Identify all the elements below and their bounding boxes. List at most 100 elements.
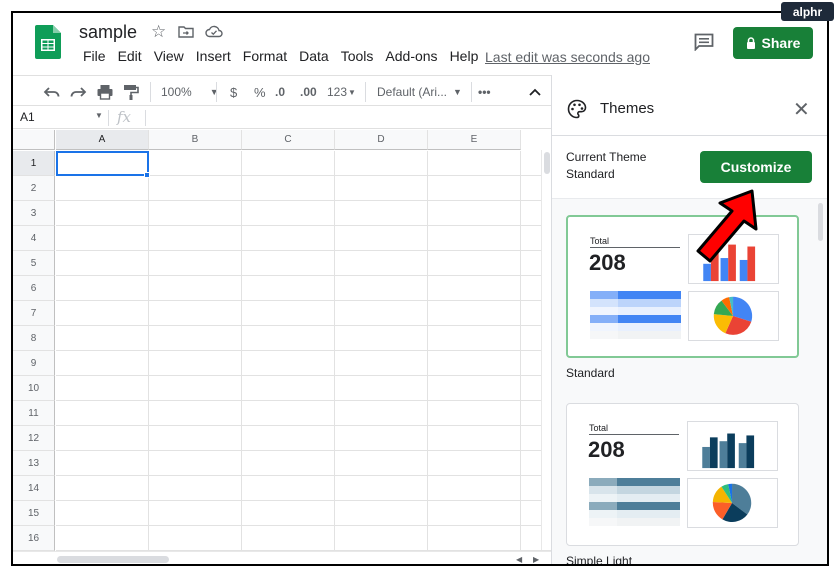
column-header[interactable]: B xyxy=(149,130,242,150)
theme-card-simple-light[interactable]: Total 208 xyxy=(566,403,799,546)
row-header[interactable]: 16 xyxy=(13,526,55,551)
chevron-down-icon: ▼ xyxy=(453,87,462,97)
table-preview xyxy=(590,291,681,339)
row-header[interactable]: 6 xyxy=(13,276,55,301)
divider xyxy=(590,247,680,248)
menu-add-ons[interactable]: Add-ons xyxy=(379,48,443,64)
toolbar-separator xyxy=(150,82,151,102)
total-label: Total xyxy=(589,423,609,433)
theme-card-standard[interactable]: Total 208 xyxy=(566,215,799,358)
column-header[interactable]: D xyxy=(335,130,428,150)
cell-area[interactable] xyxy=(56,151,551,551)
increase-decimal-button[interactable]: .00 xyxy=(300,83,317,101)
vertical-scrollbar[interactable] xyxy=(541,150,551,550)
menu-help[interactable]: Help xyxy=(444,48,485,64)
collapse-toolbar-icon[interactable] xyxy=(528,83,542,101)
menu-format[interactable]: Format xyxy=(237,48,293,64)
redo-icon[interactable] xyxy=(69,83,87,101)
panel-title: Themes xyxy=(600,100,655,117)
row-header[interactable]: 9 xyxy=(13,351,55,376)
customize-button[interactable]: Customize xyxy=(700,151,812,183)
share-label: Share xyxy=(761,35,801,51)
current-theme-value: Standard xyxy=(566,167,615,181)
menu-view[interactable]: View xyxy=(148,48,190,64)
more-formats-button[interactable]: 123 ▼ xyxy=(327,83,356,101)
row-header[interactable]: 12 xyxy=(13,426,55,451)
selected-cell[interactable] xyxy=(56,151,149,176)
menu-bar: File Edit View Insert Format Data Tools … xyxy=(77,48,484,64)
app-header: sample ☆ File Edit View Insert Format Da… xyxy=(13,13,827,73)
total-value: 208 xyxy=(589,250,626,275)
scrollbar-thumb[interactable] xyxy=(57,556,169,563)
chevron-down-icon: ▼ xyxy=(209,87,219,97)
toolbar-separator xyxy=(471,82,472,102)
font-select[interactable]: Default (Ari... ▼ xyxy=(377,83,462,101)
row-header[interactable]: 15 xyxy=(13,501,55,526)
row-header[interactable]: 13 xyxy=(13,451,55,476)
comment-icon[interactable] xyxy=(694,33,714,51)
decrease-decimal-button[interactable]: .0 xyxy=(275,83,285,101)
row-header[interactable]: 1 xyxy=(13,151,55,176)
more-formats-label: 123 xyxy=(327,85,348,99)
document-title[interactable]: sample xyxy=(79,22,137,43)
toolbar-separator xyxy=(365,82,366,102)
name-box[interactable]: A1 xyxy=(20,110,35,124)
theme-name: Standard xyxy=(566,366,615,380)
formula-divider xyxy=(145,110,146,126)
row-header[interactable]: 4 xyxy=(13,226,55,251)
scrollbar-thumb[interactable] xyxy=(544,152,550,174)
menu-tools[interactable]: Tools xyxy=(335,48,380,64)
zoom-value: 100% xyxy=(161,85,192,99)
total-value: 208 xyxy=(588,437,625,462)
move-icon[interactable] xyxy=(178,25,194,38)
toolbar: 100% ▼ $ % .0 .00 123 ▼ Default (Ari... … xyxy=(13,75,551,106)
row-header[interactable]: 10 xyxy=(13,376,55,401)
menu-file[interactable]: File xyxy=(77,48,112,64)
sheets-logo[interactable] xyxy=(35,25,61,59)
palette-icon xyxy=(567,99,587,119)
fill-handle[interactable] xyxy=(144,172,150,178)
annotation-arrow xyxy=(696,189,758,263)
scrollbar-thumb[interactable] xyxy=(818,203,823,241)
row-header[interactable]: 7 xyxy=(13,301,55,326)
column-header[interactable]: A xyxy=(56,130,149,150)
undo-icon[interactable] xyxy=(43,83,61,101)
toolbar-separator xyxy=(216,82,217,102)
row-header[interactable]: 8 xyxy=(13,326,55,351)
screenshot-frame: sample ☆ File Edit View Insert Format Da… xyxy=(11,11,829,566)
scroll-left-icon[interactable]: ◀ xyxy=(516,555,522,564)
row-header[interactable]: 2 xyxy=(13,176,55,201)
paint-format-icon[interactable] xyxy=(122,83,140,101)
alphr-logo: alphr xyxy=(781,2,834,21)
divider xyxy=(589,434,679,435)
row-header[interactable]: 11 xyxy=(13,401,55,426)
cloud-icon[interactable] xyxy=(205,25,223,38)
row-header[interactable]: 14 xyxy=(13,476,55,501)
pie-chart-preview xyxy=(687,478,778,528)
menu-edit[interactable]: Edit xyxy=(112,48,148,64)
column-header[interactable]: C xyxy=(242,130,335,150)
horizontal-scrollbar[interactable]: ◀ ▶ xyxy=(13,551,551,564)
close-icon[interactable]: ✕ xyxy=(793,97,810,122)
zoom-select[interactable]: 100% ▼ xyxy=(161,83,219,101)
menu-insert[interactable]: Insert xyxy=(190,48,237,64)
row-header[interactable]: 5 xyxy=(13,251,55,276)
current-theme-label: Current Theme xyxy=(566,150,647,164)
formula-divider xyxy=(108,110,109,126)
theme-name: Simple Light xyxy=(566,554,633,566)
share-button[interactable]: Share xyxy=(733,27,813,59)
scroll-right-icon[interactable]: ▶ xyxy=(533,555,539,564)
select-all-corner[interactable] xyxy=(13,130,55,150)
chevron-down-icon[interactable]: ▼ xyxy=(95,111,103,120)
currency-button[interactable]: $ xyxy=(230,83,237,101)
formula-input[interactable] xyxy=(147,107,551,129)
more-options-button[interactable]: ••• xyxy=(478,83,491,101)
bar-chart-preview xyxy=(687,421,778,471)
star-icon[interactable]: ☆ xyxy=(151,22,166,42)
row-header[interactable]: 3 xyxy=(13,201,55,226)
percent-button[interactable]: % xyxy=(254,83,266,101)
column-header[interactable]: E xyxy=(428,130,521,150)
print-icon[interactable] xyxy=(96,83,114,101)
last-edit-link[interactable]: Last edit was seconds ago xyxy=(485,49,650,65)
menu-data[interactable]: Data xyxy=(293,48,335,64)
